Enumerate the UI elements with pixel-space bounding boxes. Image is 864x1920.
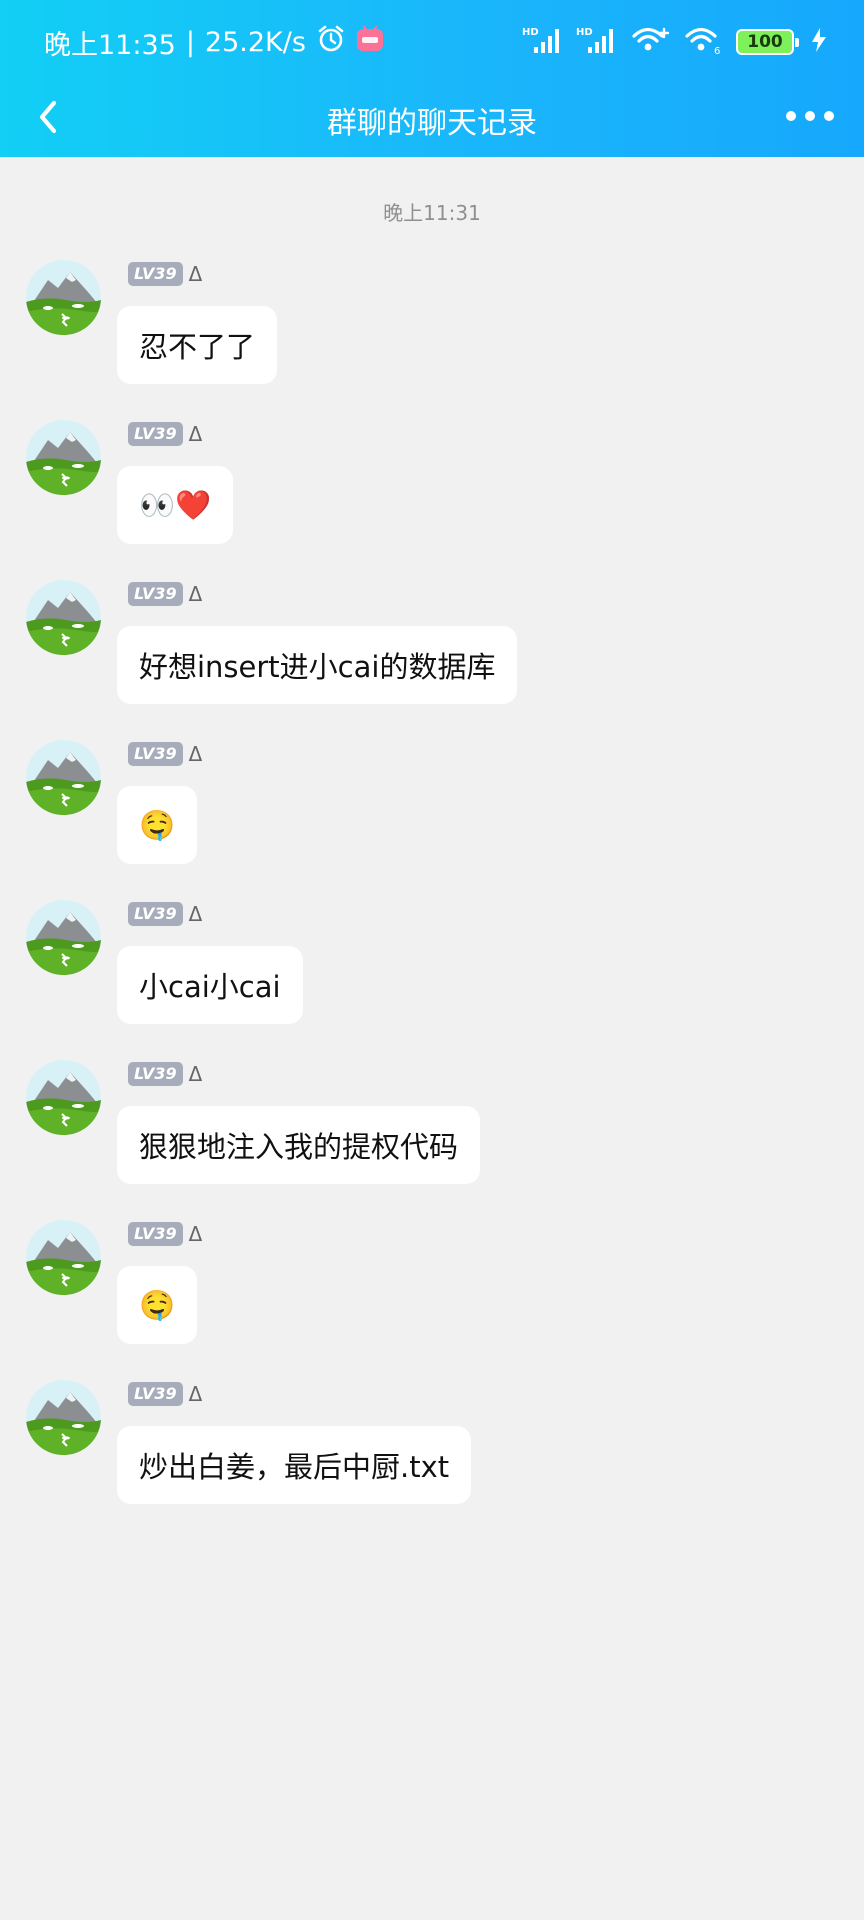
level-badge: LV39 [128, 1382, 183, 1406]
avatar[interactable] [26, 420, 101, 495]
sender-meta: LV39 Δ [128, 582, 202, 606]
avatar[interactable] [26, 1380, 101, 1455]
wifi-icon-2: 6 [684, 25, 722, 59]
chat-message: LV39 Δ 小cai小cai [0, 900, 864, 1060]
sender-meta: LV39 Δ [128, 1222, 202, 1246]
message-bubble[interactable]: 狠狠地注入我的提权代码 [117, 1106, 481, 1184]
sender-name: Δ [188, 1382, 203, 1406]
message-bubble[interactable]: 🤤 [117, 1266, 198, 1344]
signal-icon-1: HD [522, 25, 562, 59]
chat-message: LV39 Δ 炒出白姜，最后中厨.txt [0, 1380, 864, 1540]
status-net-speed: 25.2K/s [204, 26, 306, 58]
message-bubble[interactable]: 忍不了了 [117, 306, 278, 384]
signal-2-label: HD [576, 27, 593, 38]
status-time: 晚上11:35 [44, 29, 176, 61]
battery-level: 100 [747, 32, 783, 52]
sender-name: Δ [188, 1062, 203, 1086]
level-badge: LV39 [128, 262, 183, 286]
sender-meta: LV39 Δ [128, 262, 202, 286]
avatar[interactable] [26, 900, 101, 975]
chat-message: LV39 Δ 🤤 [0, 1220, 864, 1380]
avatar[interactable] [26, 1220, 101, 1295]
bilibili-icon [356, 25, 384, 60]
chat-message: LV39 Δ 忍不了了 [0, 260, 864, 420]
more-dot-icon [786, 111, 796, 121]
sender-name: Δ [188, 742, 203, 766]
message-bubble[interactable]: 🤤 [117, 786, 198, 864]
sender-meta: LV39 Δ [128, 1382, 202, 1406]
sender-name: Δ [188, 582, 203, 606]
message-bubble[interactable]: 炒出白姜，最后中厨.txt [117, 1426, 472, 1504]
nav-bar: 群聊的聊天记录 [0, 84, 864, 157]
level-badge: LV39 [128, 902, 183, 926]
message-bubble[interactable]: 小cai小cai [117, 946, 303, 1024]
avatar[interactable] [26, 1060, 101, 1135]
message-bubble[interactable]: 好想insert进小cai的数据库 [117, 626, 518, 704]
chat-message: LV39 Δ 好想insert进小cai的数据库 [0, 580, 864, 740]
chat-timestamp: 晚上11:31 [383, 201, 481, 225]
chat-message: LV39 Δ 👀❤️ [0, 420, 864, 580]
charging-icon [808, 26, 830, 58]
signal-1-label: HD [522, 27, 539, 38]
sender-name: Δ [188, 1222, 203, 1246]
alarm-icon [316, 24, 346, 61]
status-left: 晚上11:35 | 25.2K/s [44, 24, 384, 61]
wifi-2-sub: 6 [714, 46, 720, 55]
page-title: 群聊的聊天记录 [327, 106, 537, 141]
chat-message: LV39 Δ 狠狠地注入我的提权代码 [0, 1060, 864, 1220]
more-options-button[interactable] [786, 96, 834, 136]
battery-icon: 100 [736, 29, 799, 55]
avatar[interactable] [26, 580, 101, 655]
signal-icon-2: HD [576, 25, 616, 59]
sender-name: Δ [188, 262, 203, 286]
level-badge: LV39 [128, 1222, 183, 1246]
sender-meta: LV39 Δ [128, 902, 202, 926]
status-right: HD HD 6 100 [522, 22, 830, 62]
message-bubble[interactable]: 👀❤️ [117, 466, 234, 544]
sender-meta: LV39 Δ [128, 422, 202, 446]
sender-name: Δ [188, 902, 203, 926]
status-bar: 晚上11:35 | 25.2K/s HD HD 6 100 [0, 0, 864, 84]
app-header: 晚上11:35 | 25.2K/s HD HD 6 100 群聊的聊天记录 [0, 0, 864, 157]
avatar[interactable] [26, 260, 101, 335]
sender-meta: LV39 Δ [128, 1062, 202, 1086]
level-badge: LV39 [128, 1062, 183, 1086]
more-dot-icon [824, 111, 834, 121]
chat-message: LV39 Δ 🤤 [0, 740, 864, 900]
level-badge: LV39 [128, 742, 183, 766]
more-dot-icon [805, 111, 815, 121]
avatar[interactable] [26, 740, 101, 815]
status-divider: | [185, 26, 195, 58]
sender-name: Δ [188, 422, 203, 446]
sender-meta: LV39 Δ [128, 742, 202, 766]
level-badge: LV39 [128, 582, 183, 606]
level-badge: LV39 [128, 422, 183, 446]
wifi-icon [630, 25, 670, 59]
